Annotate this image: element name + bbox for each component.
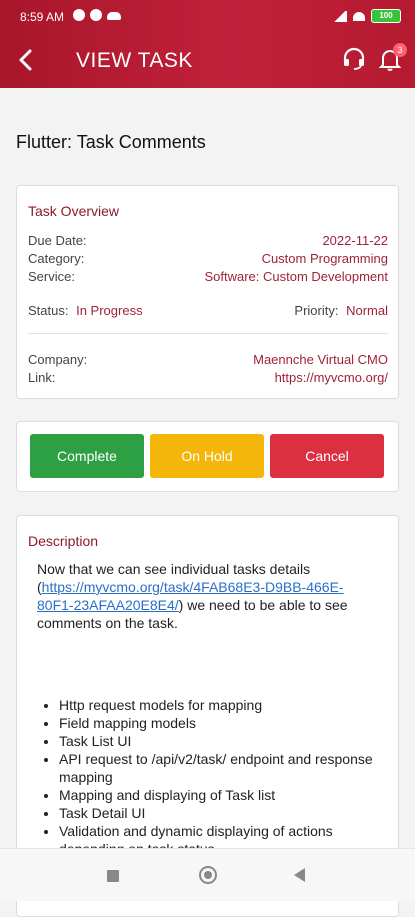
complete-button[interactable]: Complete <box>30 434 144 478</box>
description-body: Now that we can see individual tasks det… <box>37 560 380 858</box>
headset-icon <box>343 47 365 70</box>
service-row: Service: Software: Custom Development <box>28 269 388 284</box>
company-value: Maennche Virtual CMO <box>253 352 388 367</box>
recent-apps-icon[interactable] <box>107 870 119 882</box>
back-button[interactable] <box>10 44 42 76</box>
status-label: Status: <box>28 303 69 318</box>
priority-label: Priority: <box>294 303 339 318</box>
link-row: Link: https://myvcmo.org/ <box>28 370 388 385</box>
page-title: VIEW TASK <box>76 49 193 72</box>
list-item: Http request models for mapping <box>59 696 380 714</box>
task-overview-card: Task Overview Due Date: 2022-11-22 Categ… <box>16 185 399 399</box>
on-hold-button[interactable]: On Hold <box>150 434 264 478</box>
arrow-left-icon <box>19 49 32 71</box>
cloud-icon <box>107 12 121 20</box>
task-actions-card: Complete On Hold Cancel <box>16 421 399 492</box>
status-value: In Progress <box>76 303 143 318</box>
wifi-icon <box>353 11 365 21</box>
status-time: 8:59 AM <box>20 10 65 24</box>
notification-dot-icon <box>90 9 102 21</box>
battery-icon: 100 <box>371 9 401 23</box>
status-bar: 8:59 AM 100 <box>0 0 415 34</box>
company-link[interactable]: https://myvcmo.org/ <box>275 370 388 385</box>
cancel-button[interactable]: Cancel <box>270 434 384 478</box>
system-back-icon[interactable] <box>294 868 305 882</box>
category-label: Category: <box>28 251 85 266</box>
service-value: Software: Custom Development <box>204 269 388 284</box>
home-icon[interactable] <box>199 866 217 884</box>
notification-dot-icon <box>73 9 85 21</box>
due-date-row: Due Date: 2022-11-22 <box>28 233 388 248</box>
description-list: Http request models for mapping Field ma… <box>37 696 380 858</box>
app-header: 8:59 AM 100 VIEW TASK 3 <box>0 0 415 88</box>
category-row: Category: Custom Programming <box>28 251 388 266</box>
due-date-label: Due Date: <box>28 233 87 248</box>
support-button[interactable] <box>341 46 367 72</box>
service-label: Service: <box>28 269 75 284</box>
system-nav-bar <box>0 848 415 901</box>
status-notification-icons <box>73 9 121 21</box>
company-label: Company: <box>28 352 88 367</box>
priority-value: Normal <box>346 303 388 318</box>
task-overview-heading: Task Overview <box>28 203 120 219</box>
status-system-icons: 100 <box>333 9 401 23</box>
list-item: Field mapping models <box>59 714 380 732</box>
company-row: Company: Maennche Virtual CMO <box>28 352 388 367</box>
list-item: Task List UI <box>59 732 380 750</box>
list-item: API request to /api/v2/task/ endpoint an… <box>59 750 380 786</box>
due-date-value: 2022-11-22 <box>322 233 388 248</box>
divider <box>28 333 388 334</box>
description-heading: Description <box>28 533 99 549</box>
category-value: Custom Programming <box>261 251 388 266</box>
priority-group: Priority: Normal <box>294 303 388 318</box>
notifications-button[interactable]: 3 <box>377 43 407 72</box>
link-label: Link: <box>28 370 56 385</box>
list-item: Task Detail UI <box>59 804 380 822</box>
task-title: Flutter: Task Comments <box>16 132 206 152</box>
notification-count-badge: 3 <box>393 43 407 57</box>
status-priority-row: Status: In Progress Priority: Normal <box>28 303 388 318</box>
list-item: Mapping and displaying of Task list <box>59 786 380 804</box>
signal-icon <box>333 10 347 22</box>
app-bar: VIEW TASK 3 <box>0 34 415 88</box>
